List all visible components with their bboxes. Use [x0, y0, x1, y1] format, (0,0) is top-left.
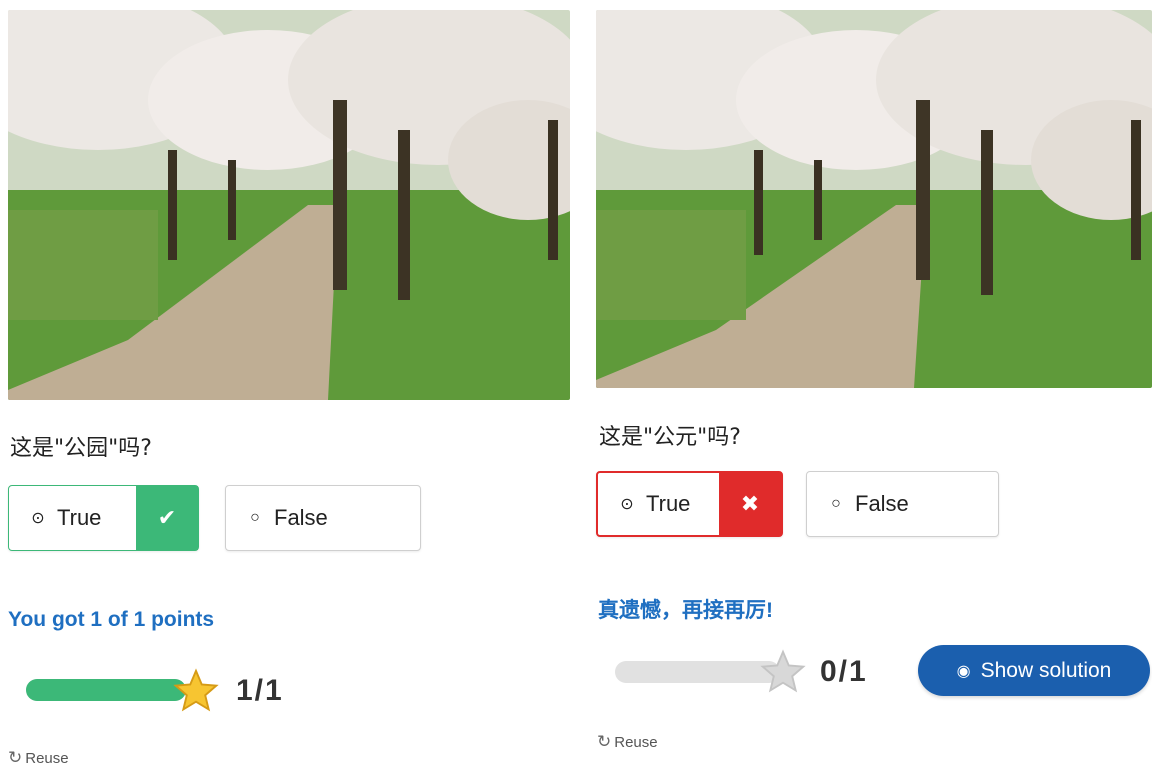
reuse-button[interactable]: ↻ Reuse	[8, 748, 69, 768]
option-true[interactable]: ⊙ True ✔	[8, 485, 199, 551]
reuse-label: Reuse	[25, 749, 69, 767]
radio-selected-icon: ⊙	[620, 496, 634, 513]
park-photo	[596, 10, 1152, 388]
reuse-label: Reuse	[614, 733, 658, 751]
option-false[interactable]: ○ False	[225, 485, 421, 551]
option-true[interactable]: ⊙ True ✖	[596, 471, 783, 537]
star-icon	[760, 649, 806, 693]
radio-empty-icon: ○	[250, 509, 260, 526]
question-text: 这是"公元"吗?	[599, 425, 741, 450]
cross-icon: ✖	[719, 473, 781, 535]
score-progress-fill	[26, 679, 186, 701]
option-true-label: True	[57, 505, 102, 530]
check-icon: ✔	[136, 486, 198, 550]
eye-icon: ◉	[956, 662, 971, 680]
show-solution-label: Show solution	[980, 658, 1112, 682]
score-progress-bar	[26, 679, 186, 701]
star-icon	[173, 668, 219, 712]
show-solution-button[interactable]: ◉ Show solution	[918, 645, 1150, 696]
score-progress-bar	[615, 661, 780, 683]
reuse-icon: ↻	[597, 732, 612, 751]
score-feedback: You got 1 of 1 points	[8, 608, 215, 631]
radio-empty-icon: ○	[831, 495, 841, 512]
score-value: 0/1	[820, 655, 868, 688]
option-false[interactable]: ○ False	[806, 471, 999, 537]
option-false-label: False	[274, 505, 328, 530]
park-photo	[8, 10, 570, 400]
question-text: 这是"公园"吗?	[10, 436, 152, 461]
cherry-blossom-park-image	[8, 10, 570, 400]
option-true-label: True	[646, 491, 691, 516]
score-value: 1/1	[236, 674, 284, 707]
score-feedback: 真遗憾，再接再厉!	[598, 599, 773, 622]
option-false-label: False	[855, 491, 909, 516]
cherry-blossom-park-image	[596, 10, 1152, 388]
radio-selected-icon: ⊙	[31, 510, 45, 527]
left-quiz-panel: 这是"公园"吗? ⊙ True ✔ ○ False You got 1 of 1…	[0, 0, 580, 767]
reuse-icon: ↻	[8, 748, 23, 767]
right-quiz-panel: 这是"公元"吗? ⊙ True ✖ ○ False 真遗憾，再接再厉! 0/1 …	[590, 0, 1152, 767]
reuse-button[interactable]: ↻ Reuse	[597, 732, 658, 752]
